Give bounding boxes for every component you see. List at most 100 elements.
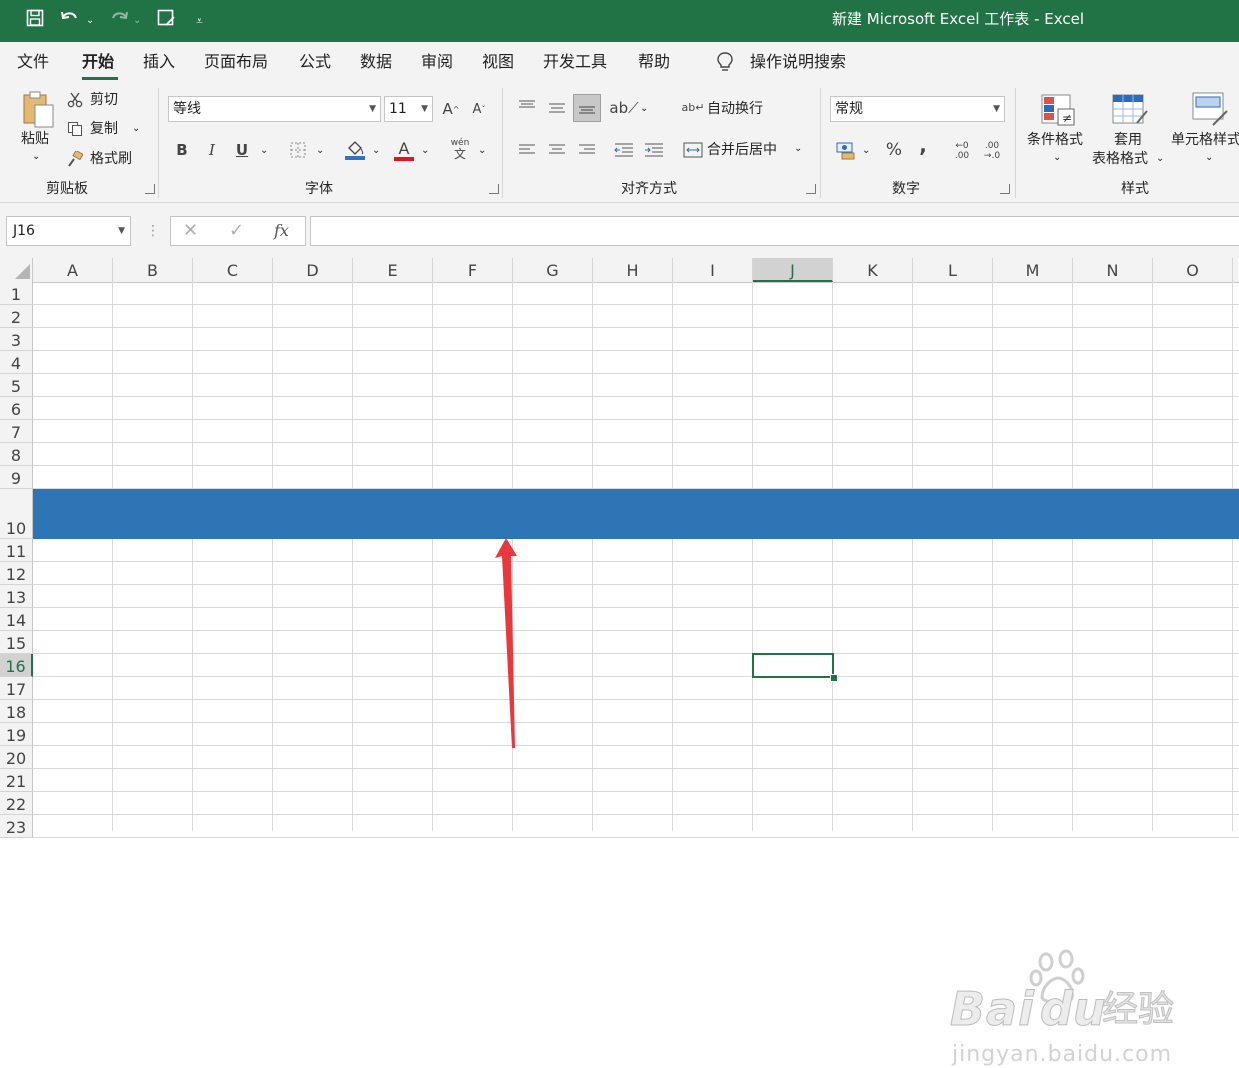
cut-button[interactable]: 剪切 bbox=[90, 91, 118, 109]
lightbulb-icon[interactable] bbox=[716, 51, 734, 78]
insert-function-icon[interactable]: fx bbox=[274, 220, 289, 242]
row-header-7[interactable]: 7 bbox=[0, 420, 33, 443]
row-header-16[interactable]: 16 bbox=[0, 654, 33, 677]
font-name-select[interactable]: 等线 ▼ bbox=[168, 96, 381, 122]
bold-button[interactable]: B bbox=[172, 139, 192, 161]
tell-me-search[interactable]: 操作说明搜索 bbox=[750, 52, 846, 72]
number-format-select[interactable]: 常规 ▼ bbox=[830, 96, 1005, 122]
undo-dropdown-icon[interactable]: ⌄ bbox=[86, 9, 94, 33]
row-header-11[interactable]: 11 bbox=[0, 539, 33, 562]
fill-color-dropdown-icon[interactable]: ⌄ bbox=[372, 142, 380, 160]
decrease-font-size-icon[interactable]: Aˇ bbox=[468, 98, 490, 120]
fill-color-icon[interactable] bbox=[343, 138, 367, 162]
tab-home[interactable]: 开始 bbox=[82, 52, 114, 72]
tab-page-layout[interactable]: 页面布局 bbox=[204, 52, 268, 72]
percent-button[interactable]: % bbox=[883, 139, 905, 161]
select-all-button[interactable] bbox=[0, 258, 33, 282]
tab-data[interactable]: 数据 bbox=[360, 52, 392, 72]
save-as-icon[interactable] bbox=[157, 9, 175, 34]
format-painter-icon[interactable] bbox=[66, 150, 84, 168]
tab-view[interactable]: 视图 bbox=[482, 52, 514, 72]
column-header-b[interactable]: B bbox=[113, 258, 193, 282]
column-header-g[interactable]: G bbox=[513, 258, 593, 282]
row-header-15[interactable]: 15 bbox=[0, 631, 33, 654]
wrap-text-button[interactable]: 自动换行 bbox=[707, 100, 763, 118]
comma-style-button[interactable]: , bbox=[913, 133, 933, 157]
copy-icon[interactable] bbox=[66, 120, 84, 138]
italic-button[interactable]: I bbox=[202, 139, 222, 161]
paste-dropdown-icon[interactable]: ⌄ bbox=[32, 148, 40, 166]
copy-button[interactable]: 复制 bbox=[90, 120, 118, 138]
column-header-e[interactable]: E bbox=[353, 258, 433, 282]
row-header-17[interactable]: 17 bbox=[0, 677, 33, 700]
align-right-icon[interactable] bbox=[575, 140, 599, 160]
row-header-12[interactable]: 12 bbox=[0, 562, 33, 585]
tab-file[interactable]: 文件 bbox=[17, 52, 49, 72]
column-header-l[interactable]: L bbox=[913, 258, 993, 282]
row-header-5[interactable]: 5 bbox=[0, 374, 33, 397]
row-header-4[interactable]: 4 bbox=[0, 351, 33, 374]
copy-dropdown-icon[interactable]: ⌄ bbox=[132, 120, 140, 138]
column-header-i[interactable]: I bbox=[673, 258, 753, 282]
accounting-format-icon[interactable] bbox=[835, 139, 859, 161]
merge-center-button[interactable]: 合并后居中 bbox=[707, 141, 777, 159]
paste-button[interactable]: 粘贴 bbox=[21, 130, 49, 148]
name-box[interactable]: J16 ▼ bbox=[6, 216, 131, 246]
accounting-dropdown-icon[interactable]: ⌄ bbox=[862, 142, 870, 160]
enter-icon[interactable]: ✓ bbox=[229, 219, 244, 243]
fill-handle[interactable] bbox=[830, 674, 838, 682]
merge-dropdown-icon[interactable]: ⌄ bbox=[794, 140, 802, 158]
tab-insert[interactable]: 插入 bbox=[143, 52, 175, 72]
row-header-1[interactable]: 1 bbox=[0, 282, 33, 305]
decrease-indent-icon[interactable] bbox=[612, 140, 636, 160]
cancel-icon[interactable]: ✕ bbox=[183, 219, 198, 243]
clipboard-launcher-icon[interactable] bbox=[145, 184, 155, 194]
underline-button[interactable]: U bbox=[232, 139, 252, 161]
customize-icon[interactable]: ⩡ bbox=[196, 9, 203, 33]
more-options-icon[interactable]: ⋮ bbox=[146, 221, 160, 241]
column-header-f[interactable]: F bbox=[433, 258, 513, 282]
row-header-2[interactable]: 2 bbox=[0, 305, 33, 328]
tab-help[interactable]: 帮助 bbox=[638, 52, 670, 72]
tab-review[interactable]: 审阅 bbox=[421, 52, 453, 72]
borders-dropdown-icon[interactable]: ⌄ bbox=[316, 142, 324, 160]
tab-developer[interactable]: 开发工具 bbox=[543, 52, 607, 72]
row-header-13[interactable]: 13 bbox=[0, 585, 33, 608]
row-header-9[interactable]: 9 bbox=[0, 466, 33, 489]
column-header-o[interactable]: O bbox=[1153, 258, 1233, 282]
row-header-14[interactable]: 14 bbox=[0, 608, 33, 631]
row-header-19[interactable]: 19 bbox=[0, 723, 33, 746]
row-header-18[interactable]: 18 bbox=[0, 700, 33, 723]
borders-icon[interactable] bbox=[288, 140, 308, 160]
align-left-icon[interactable] bbox=[515, 140, 539, 160]
redo-dropdown-icon[interactable]: ⌄ bbox=[133, 9, 141, 33]
align-center-icon[interactable] bbox=[545, 140, 569, 160]
worksheet-grid[interactable]: ABCDEFGHIJKLMNO 1 2 3 4 5 6 7 8 9 10 11 12 13 14 15 16 1… bbox=[0, 258, 1239, 1067]
conditional-formatting-button[interactable]: 条件格式 bbox=[1027, 131, 1083, 149]
cell-styles-button[interactable]: 单元格样式 bbox=[1171, 131, 1239, 149]
wrap-text-icon[interactable]: ab↵ bbox=[682, 98, 705, 118]
format-as-table-label-1[interactable]: 套用 bbox=[1114, 131, 1142, 149]
font-launcher-icon[interactable] bbox=[489, 184, 499, 194]
alignment-launcher-icon[interactable] bbox=[806, 184, 816, 194]
format-painter-button[interactable]: 格式刷 bbox=[90, 150, 132, 168]
redo-icon[interactable] bbox=[107, 9, 129, 34]
row-header-23[interactable]: 23 bbox=[0, 815, 33, 838]
increase-decimal-icon[interactable]: ←0 .00 bbox=[950, 138, 974, 164]
paste-icon[interactable] bbox=[20, 88, 56, 130]
number-launcher-icon[interactable] bbox=[1000, 184, 1010, 194]
active-cell-j16[interactable] bbox=[752, 653, 834, 678]
orientation-icon[interactable]: ab⟋ bbox=[609, 98, 638, 118]
scissors-icon[interactable] bbox=[66, 91, 84, 109]
font-color-dropdown-icon[interactable]: ⌄ bbox=[421, 142, 429, 160]
increase-indent-icon[interactable] bbox=[642, 140, 666, 160]
row-header-22[interactable]: 22 bbox=[0, 792, 33, 815]
conditional-formatting-icon[interactable]: ≠ bbox=[1039, 92, 1077, 128]
tab-formulas[interactable]: 公式 bbox=[299, 52, 331, 72]
column-header-h[interactable]: H bbox=[593, 258, 673, 282]
row-header-20[interactable]: 20 bbox=[0, 746, 33, 769]
column-header-m[interactable]: M bbox=[993, 258, 1073, 282]
align-middle-icon[interactable] bbox=[545, 98, 569, 118]
merge-center-icon[interactable] bbox=[683, 140, 703, 160]
row-header-8[interactable]: 8 bbox=[0, 443, 33, 466]
